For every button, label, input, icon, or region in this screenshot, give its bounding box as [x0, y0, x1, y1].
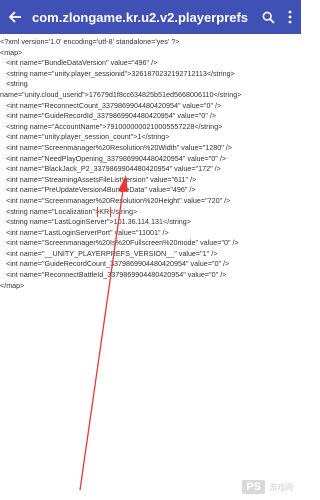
xml-line: <int name="unity.player_session_count">1…	[6, 132, 170, 142]
xml-line: <int name="ReconnectCount_33798699044804…	[6, 100, 222, 110]
search-icon	[262, 11, 275, 24]
map-open-tag: <map>	[0, 47, 23, 57]
xml-line: <int name="StreamingAssetsFileListVersio…	[6, 174, 197, 184]
xml-line: <int name="GuideRecordCount_337986990448…	[6, 259, 230, 269]
xml-line: <int name="Screenmanager%20Resolution%20…	[6, 142, 232, 152]
app-bar: com.zlongame.kr.u2.v2.playerprefs	[0, 0, 301, 34]
localization-prefix: <string name="Localization">	[6, 206, 100, 216]
more-options-button[interactable]	[279, 0, 301, 34]
xml-line: <int name="PreUpdateVersion4BundleData" …	[6, 185, 196, 195]
xml-line: <int name="NeedPlayOpening_3379869904480…	[6, 153, 227, 163]
xml-declaration: <?xml version='1.0' encoding='utf-8' sta…	[0, 37, 180, 46]
search-button[interactable]	[257, 0, 279, 34]
xml-line: <string name="LastLoginServer">101.36.11…	[6, 217, 191, 227]
xml-line: <int name="Screenmanager%20Resolution%20…	[6, 195, 231, 205]
localization-line: <string name="Localization">KR</string>	[0, 206, 301, 218]
watermark: PS 游戏网	[242, 480, 293, 494]
localization-value-highlight: KR	[97, 206, 112, 218]
watermark-logo: PS	[242, 480, 265, 494]
xml-line: <int name="Screenmanager%20Is%20Fullscre…	[6, 238, 239, 248]
localization-suffix: </string>	[109, 206, 138, 216]
xml-line: <string	[6, 79, 28, 89]
more-vert-icon	[288, 10, 292, 24]
watermark-text: 游戏网	[269, 482, 293, 492]
xml-line: <string name="unity.player_sessionid">32…	[6, 68, 235, 78]
xml-line: <int name="BlackJack_P2_3379869904480420…	[6, 164, 221, 174]
xml-line: <string name="AccountName">7910000000210…	[6, 121, 223, 131]
xml-line: <int name="__UNITY_PLAYERPREFS_VERSION__…	[6, 248, 218, 258]
xml-line: <int name="ReconnectBattleId_33798699044…	[6, 270, 227, 280]
arrow-left-icon	[8, 11, 21, 23]
xml-line: name="unity.cloud_userid">17679d1f8cc634…	[0, 89, 242, 99]
map-close-tag: </map>	[0, 280, 25, 290]
xml-line: <int name="BundleDataVersion" value="496…	[6, 58, 158, 68]
back-button[interactable]	[0, 0, 30, 34]
xml-viewer[interactable]: <?xml version='1.0' encoding='utf-8' sta…	[0, 34, 301, 500]
xml-code: <?xml version='1.0' encoding='utf-8' sta…	[0, 37, 301, 291]
xml-line: <int name="GuideRecordId_337986990448042…	[6, 111, 217, 121]
app-title: com.zlongame.kr.u2.v2.playerprefs	[32, 9, 249, 25]
xml-line: <int name="LastLoginServerPort" value="1…	[6, 227, 169, 237]
